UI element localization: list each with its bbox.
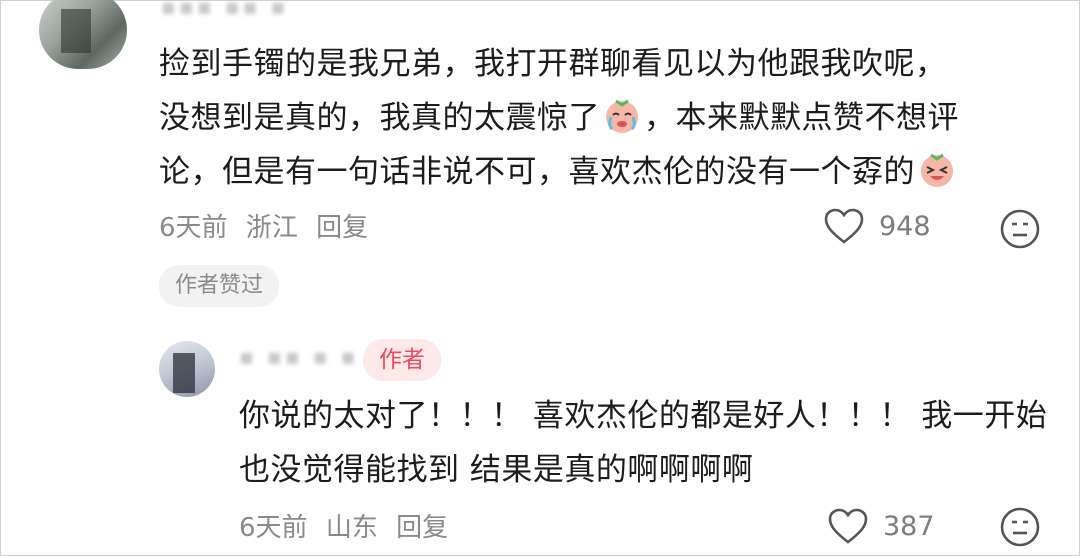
reply-like-count: 387 bbox=[883, 510, 935, 542]
comment-line-2: 没想到是真的，我真的太震惊了 ，本来默默点赞不想评 bbox=[159, 91, 959, 145]
reply-time: 6天前 bbox=[239, 513, 308, 543]
reply-line-1: 你说的太对了！！！ 喜欢杰伦的都是好人！！！ 我一开始 bbox=[239, 398, 1048, 434]
comment-line-3: 论，但是有一句话非说不可，喜欢杰伦的没有一个孬的 bbox=[159, 145, 959, 199]
reply-dislike-icon[interactable] bbox=[999, 506, 1041, 548]
reply-line-2: 也没觉得能找到 结果是真的啊啊啊啊 bbox=[239, 452, 754, 488]
commenter-name-blurred[interactable]: ▪▪▪ ▪▪ ▪ bbox=[161, 0, 288, 20]
comment-line-2b: ，本来默默点赞不想评 bbox=[644, 100, 959, 136]
comment-location: 浙江 bbox=[245, 213, 298, 243]
crying-face-emoji-icon bbox=[606, 99, 638, 133]
heart-icon bbox=[828, 508, 868, 544]
comment-dislike-icon[interactable] bbox=[999, 208, 1041, 250]
comment-thread: ▪▪▪ ▪▪ ▪ 捡到手镯的是我兄弟，我打开群聊看见以为他跟我吹呢， 没想到是真… bbox=[0, 0, 1080, 556]
reply-author-name-blurred[interactable]: ▪ ▪▪ ▪ ▪ bbox=[239, 345, 359, 370]
reply-location: 山东 bbox=[325, 513, 378, 543]
comment-meta: 6天前 浙江 回复 bbox=[159, 207, 378, 244]
comment-line-2a: 没想到是真的，我真的太震惊了 bbox=[159, 100, 600, 136]
reply-reply-button[interactable]: 回复 bbox=[396, 513, 448, 543]
comment-time: 6天前 bbox=[159, 213, 228, 243]
reply-meta: 6天前 山东 回复 bbox=[239, 507, 458, 544]
comment-like-button[interactable]: 948 bbox=[823, 207, 931, 245]
heart-icon bbox=[824, 208, 864, 244]
comment-reply-button[interactable]: 回复 bbox=[316, 213, 368, 243]
reply-author-avatar[interactable] bbox=[159, 341, 215, 397]
laughing-face-emoji-icon bbox=[921, 153, 953, 187]
comment-like-count: 948 bbox=[879, 210, 931, 242]
reply-like-button[interactable]: 387 bbox=[827, 507, 935, 545]
comment-line-3-text: 论，但是有一句话非说不可，喜欢杰伦的没有一个孬的 bbox=[159, 154, 915, 190]
comment-line-1: 捡到手镯的是我兄弟，我打开群聊看见以为他跟我吹呢， bbox=[159, 46, 947, 82]
author-tag: 作者 bbox=[363, 339, 441, 381]
author-liked-tag: 作者赞过 bbox=[159, 265, 280, 307]
commenter-avatar[interactable] bbox=[39, 0, 127, 69]
